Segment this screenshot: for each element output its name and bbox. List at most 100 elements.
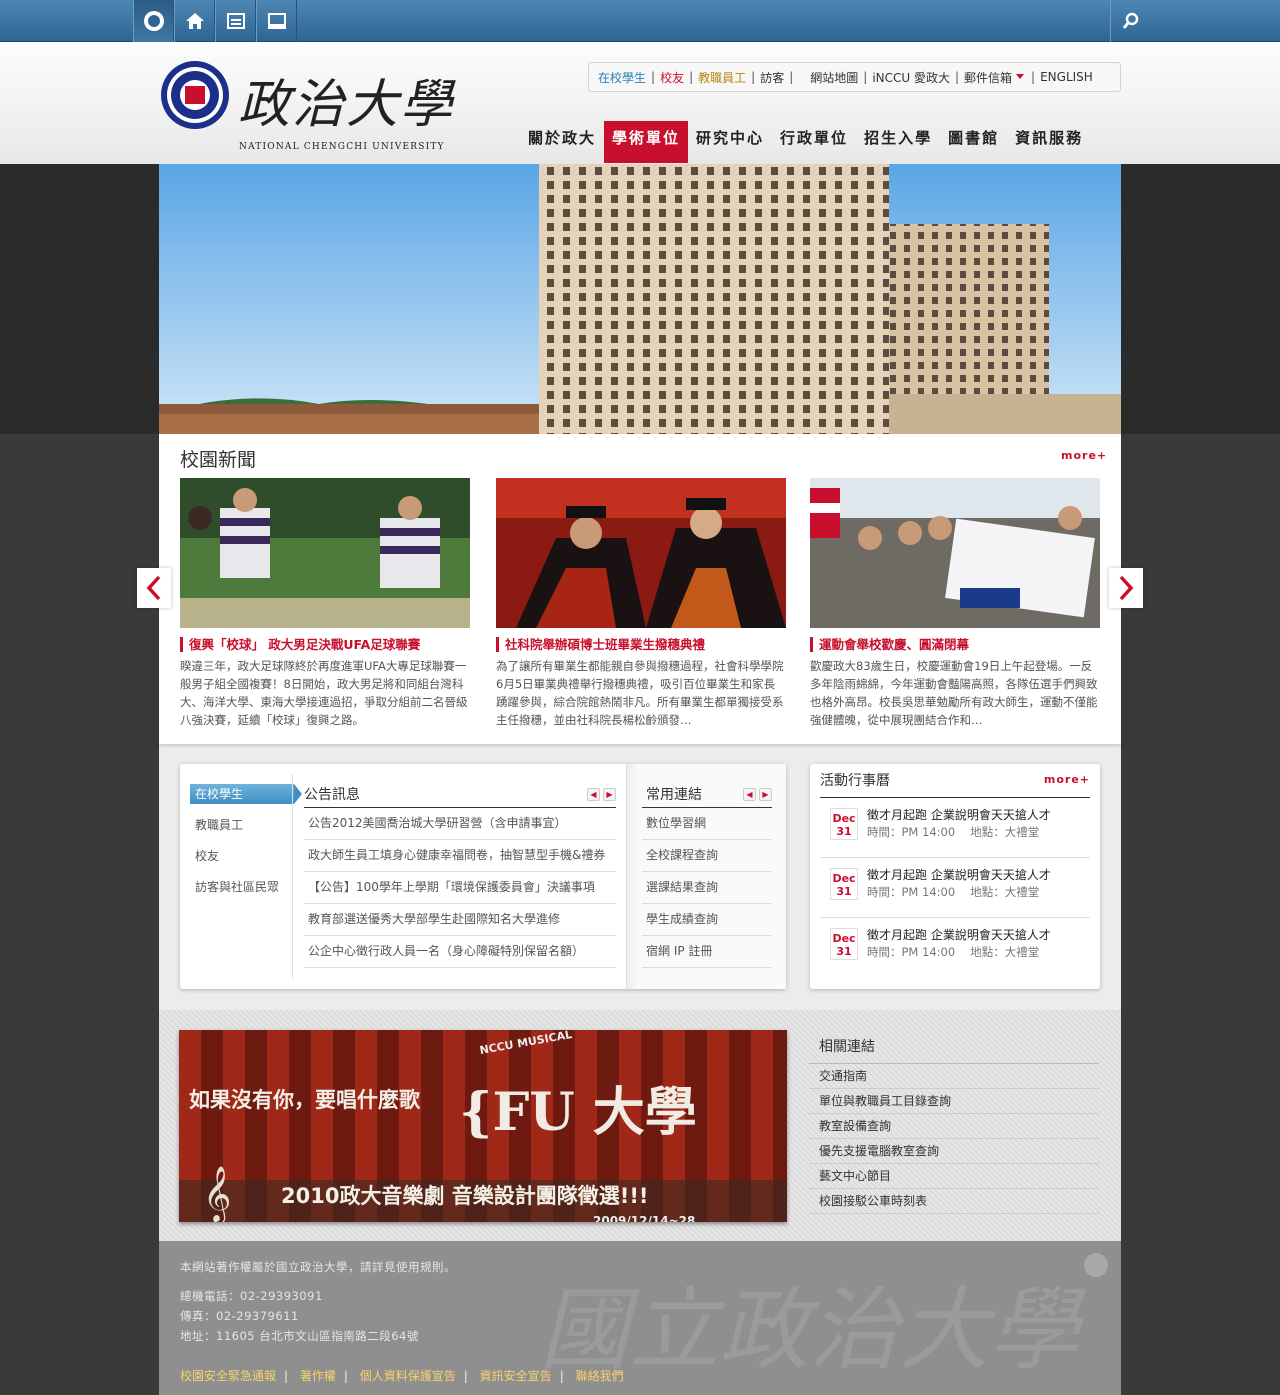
common-link[interactable]: 宿網 IP 註冊 (642, 936, 772, 968)
common-link[interactable]: 全校課程查詢 (642, 840, 772, 872)
tab-staff[interactable]: 教職員工 (190, 815, 302, 846)
news-next-arrow[interactable] (1109, 568, 1143, 608)
util-alumni[interactable]: 校友 (660, 69, 684, 86)
audience-tabs: 在校學生 教職員工 校友 訪客與社區民眾 (190, 784, 302, 908)
hero-banner (0, 164, 1280, 434)
event-date-badge: Dec 31 (830, 868, 858, 900)
home-button[interactable] (174, 0, 215, 42)
tab-students[interactable]: 在校學生 (190, 784, 302, 804)
search-button[interactable] (1110, 0, 1151, 42)
tab-alumni[interactable]: 校友 (190, 846, 302, 877)
event-info: 時間：PM 14:00 地點：大禮堂 (867, 885, 1040, 899)
common-links-box: 常用連結 ◀ ▶ 數位學習網 全校課程查詢 選課結果查詢 學生成績查詢 宿網 IP… (626, 764, 786, 989)
news-headline[interactable]: 社科院舉辦碩博士班畢業生撥穗典禮 (496, 637, 786, 652)
announcement-item[interactable]: 公告2012美國喬治城大學研習營（含申請事宜） (304, 808, 616, 840)
event-info: 時間：PM 14:00 地點：大禮堂 (867, 945, 1040, 959)
news-summary: 睽違三年，政大足球隊終於再度進軍UFA大專足球聯賽一般男子組全國複賽！8日開始，… (180, 659, 468, 727)
mail-dropdown-icon[interactable] (1016, 74, 1025, 79)
footer-link[interactable]: 個人資料保護宣告 (360, 1369, 456, 1383)
calendar-button[interactable] (215, 0, 256, 42)
related-link[interactable]: 單位與教職員工目錄查詢 (809, 1089, 1099, 1114)
event-date-badge: Dec 31 (830, 808, 858, 840)
utility-links: 在校學生 | 校友 | 教職員工 | 訪客 | 網站地圖 | iNCCU 愛政大 | 郵件信… (588, 62, 1121, 92)
event-item[interactable]: Dec 31 徵才月起跑 企業說明會天天搶人才 時間：PM 14:00 地點：大禮… (820, 798, 1090, 858)
nav-academics[interactable]: 學術單位 (604, 121, 689, 163)
nav-library[interactable]: 圖書館 (940, 121, 1007, 163)
news-item[interactable]: 復興「校球」 政大男足決戰UFA足球聯賽 睽違三年，政大足球隊終於再度進軍UFA… (180, 478, 470, 729)
site-header: 政治大學 NATIONAL CHENGCHI UNIVERSITY 在校學生 | … (0, 42, 1280, 164)
window-button[interactable] (256, 0, 297, 42)
next-page-button[interactable]: ▶ (603, 788, 616, 801)
news-item[interactable]: 社科院舉辦碩博士班畢業生撥穗典禮 為了讓所有畢業生都能親自參與撥穗過程，社會科學… (496, 478, 786, 729)
news-headline[interactable]: 復興「校球」 政大男足決戰UFA足球聯賽 (180, 637, 470, 652)
util-sitemap[interactable]: 網站地圖 (810, 69, 858, 86)
prev-page-button[interactable]: ◀ (743, 788, 756, 801)
tab-visitors[interactable]: 訪客與社區民眾 (190, 877, 302, 908)
events-panel: 活動行事曆 more+ Dec 31 徵才月起跑 企業說明會天天搶人才 時間：PM… (810, 764, 1100, 989)
musical-banner[interactable]: 𝄞 如果沒有你，要唱什麼歌 NCCU MUSICAL {FU 大學 2010政大… (179, 1030, 787, 1222)
nav-about[interactable]: 關於政大 (520, 121, 604, 163)
campus-news-section: 校園新聞 more+ 復興「校球」 政大男足決戰UFA足球聯賽 睽違三年，政大足… (159, 434, 1121, 744)
nav-it-services[interactable]: 資訊服務 (1007, 121, 1091, 163)
related-link[interactable]: 交通指南 (809, 1064, 1099, 1089)
announcements-title: 公告訊息 (304, 787, 360, 803)
related-links-title: 相關連結 (819, 1039, 875, 1055)
related-link[interactable]: 藝文中心節目 (809, 1164, 1099, 1189)
common-links-title: 常用連結 (646, 787, 702, 803)
common-link[interactable]: 數位學習網 (642, 808, 772, 840)
util-love-nccu[interactable]: iNCCU 愛政大 (872, 69, 950, 86)
nav-administration[interactable]: 行政單位 (772, 121, 856, 163)
common-link[interactable]: 學生成績查詢 (642, 904, 772, 936)
prev-page-button[interactable]: ◀ (587, 788, 600, 801)
chevron-right-icon (1119, 575, 1134, 601)
news-more-link[interactable]: more+ (1061, 449, 1107, 462)
next-page-button[interactable]: ▶ (759, 788, 772, 801)
nav-research[interactable]: 研究中心 (688, 121, 772, 163)
footer-link[interactable]: 著作權 (300, 1369, 336, 1383)
util-english[interactable]: ENGLISH (1040, 70, 1093, 84)
university-seal-logo[interactable] (160, 60, 230, 130)
footer-link[interactable]: 聯絡我們 (576, 1369, 624, 1383)
footer-link[interactable]: 資訊安全宣告 (480, 1369, 552, 1383)
event-title[interactable]: 徵才月起跑 企業說明會天天搶人才 (867, 866, 1051, 883)
campus-building-photo (159, 164, 1121, 434)
announcement-item[interactable]: 公企中心徵行政人員一名（身心障礙特別保留名額） (304, 936, 616, 968)
announcement-item[interactable]: 教育部選送優秀大學部學生赴國際知名大學進修 (304, 904, 616, 936)
util-mail[interactable]: 郵件信箱 (964, 69, 1012, 86)
util-visitors[interactable]: 訪客 (760, 69, 784, 86)
related-link[interactable]: 校園接駁公車時刻表 (809, 1189, 1099, 1214)
event-item[interactable]: Dec 31 徵才月起跑 企業說明會天天搶人才 時間：PM 14:00 地點：大禮… (820, 918, 1090, 978)
news-prev-arrow[interactable] (137, 568, 171, 608)
banner-tagline: 如果沒有你，要唱什麼歌 (189, 1088, 420, 1112)
news-title: 校園新聞 (180, 449, 257, 471)
news-headline[interactable]: 運動會舉校歡慶、圓滿閉幕 (810, 637, 1100, 652)
event-title[interactable]: 徵才月起跑 企業說明會天天搶人才 (867, 926, 1051, 943)
graduation-photo[interactable] (496, 478, 786, 628)
event-title[interactable]: 徵才月起跑 企業說明會天天搶人才 (867, 806, 1051, 823)
footer-link[interactable]: 校園安全緊急通報 (180, 1369, 276, 1383)
promo-area: 𝄞 如果沒有你，要唱什麼歌 NCCU MUSICAL {FU 大學 2010政大… (159, 1010, 1121, 1241)
seal-home-button[interactable] (133, 0, 174, 42)
related-link[interactable]: 優先支援電腦教室查詢 (809, 1139, 1099, 1164)
main-content: 校園新聞 more+ 復興「校球」 政大男足決戰UFA足球聯賽 睽違三年，政大足… (159, 434, 1121, 1241)
events-more-link[interactable]: more+ (1044, 773, 1090, 786)
common-link[interactable]: 選課結果查詢 (642, 872, 772, 904)
related-link[interactable]: 教室設備查詢 (809, 1114, 1099, 1139)
events-title: 活動行事曆 (820, 773, 890, 789)
top-toolbar (0, 0, 1280, 42)
logo-chinese: 政治大學 (238, 75, 455, 135)
news-item[interactable]: 運動會舉校歡慶、圓滿閉幕 歡慶政大83歲生日，校慶運動會19日上午起登場。一反多… (810, 478, 1100, 729)
rugby-photo[interactable] (180, 478, 470, 628)
util-students[interactable]: 在校學生 (598, 69, 646, 86)
logo-english: NATIONAL CHENGCHI UNIVERSITY (239, 142, 445, 152)
event-info: 時間：PM 14:00 地點：大禮堂 (867, 825, 1040, 839)
nav-admissions[interactable]: 招生入學 (856, 121, 940, 163)
sports-day-photo[interactable] (810, 478, 1100, 628)
search-icon (1122, 12, 1139, 29)
announcement-item[interactable]: 【公告】100學年上學期「環境保護委員會」決議事項 (304, 872, 616, 904)
announcement-item[interactable]: 政大師生員工填身心健康幸福問卷，抽智慧型手機&禮券 (304, 840, 616, 872)
util-staff[interactable]: 教職員工 (698, 69, 746, 86)
banner-big-title: {FU 大學 (459, 1082, 697, 1143)
related-links-list: 交通指南 單位與教職員工目錄查詢 教室設備查詢 優先支援電腦教室查詢 藝文中心節… (809, 1063, 1099, 1214)
event-item[interactable]: Dec 31 徵才月起跑 企業說明會天天搶人才 時間：PM 14:00 地點：大禮… (820, 858, 1090, 918)
